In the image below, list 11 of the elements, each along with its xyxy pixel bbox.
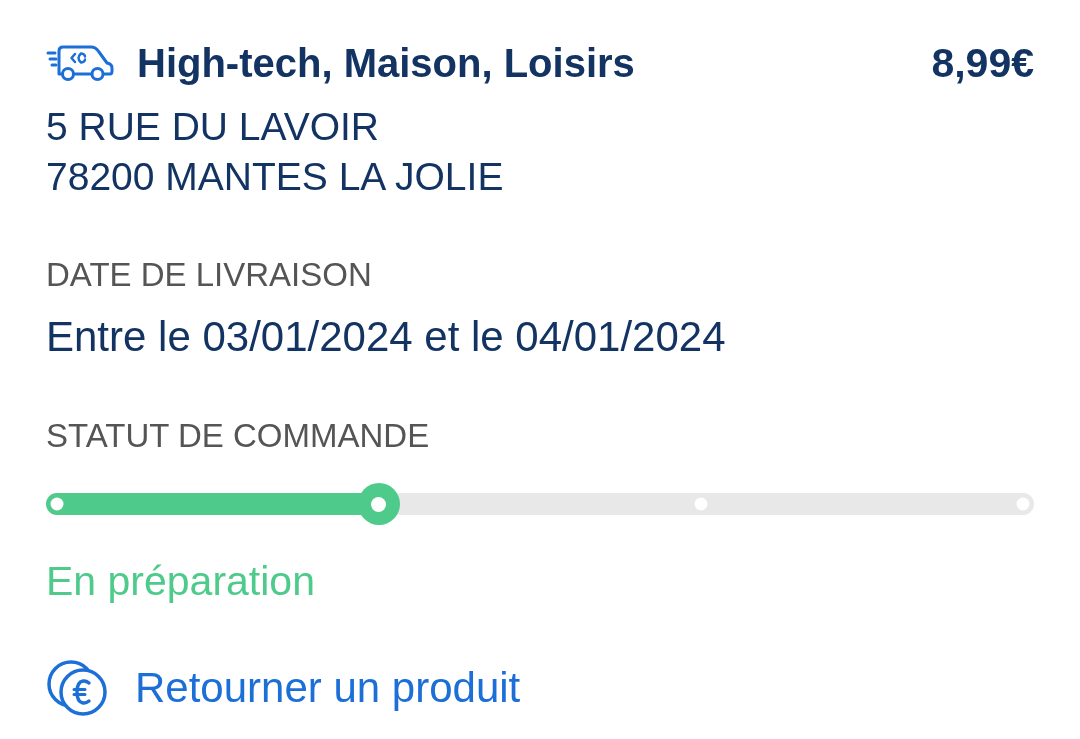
address-line: 5 RUE DU LAVOIR: [46, 104, 380, 150]
delivery-category: High-tech, Maison, Loisirs: [137, 40, 635, 87]
order-status-label: STATUT DE COMMANDE: [46, 416, 430, 456]
return-product-link[interactable]: Retourner un produit: [135, 663, 521, 713]
euro-coins-icon: [46, 659, 108, 717]
delivery-date-value: Entre le 03/01/2024 et le 04/01/2024: [46, 312, 726, 362]
address-line: 78200 MANTES LA JOLIE: [46, 154, 504, 200]
delivery-date-label: DATE DE LIVRAISON: [46, 255, 372, 295]
delivery-van-icon: [46, 44, 114, 82]
delivery-price: 8,99€: [931, 39, 1034, 87]
order-status-text: En préparation: [46, 557, 315, 606]
